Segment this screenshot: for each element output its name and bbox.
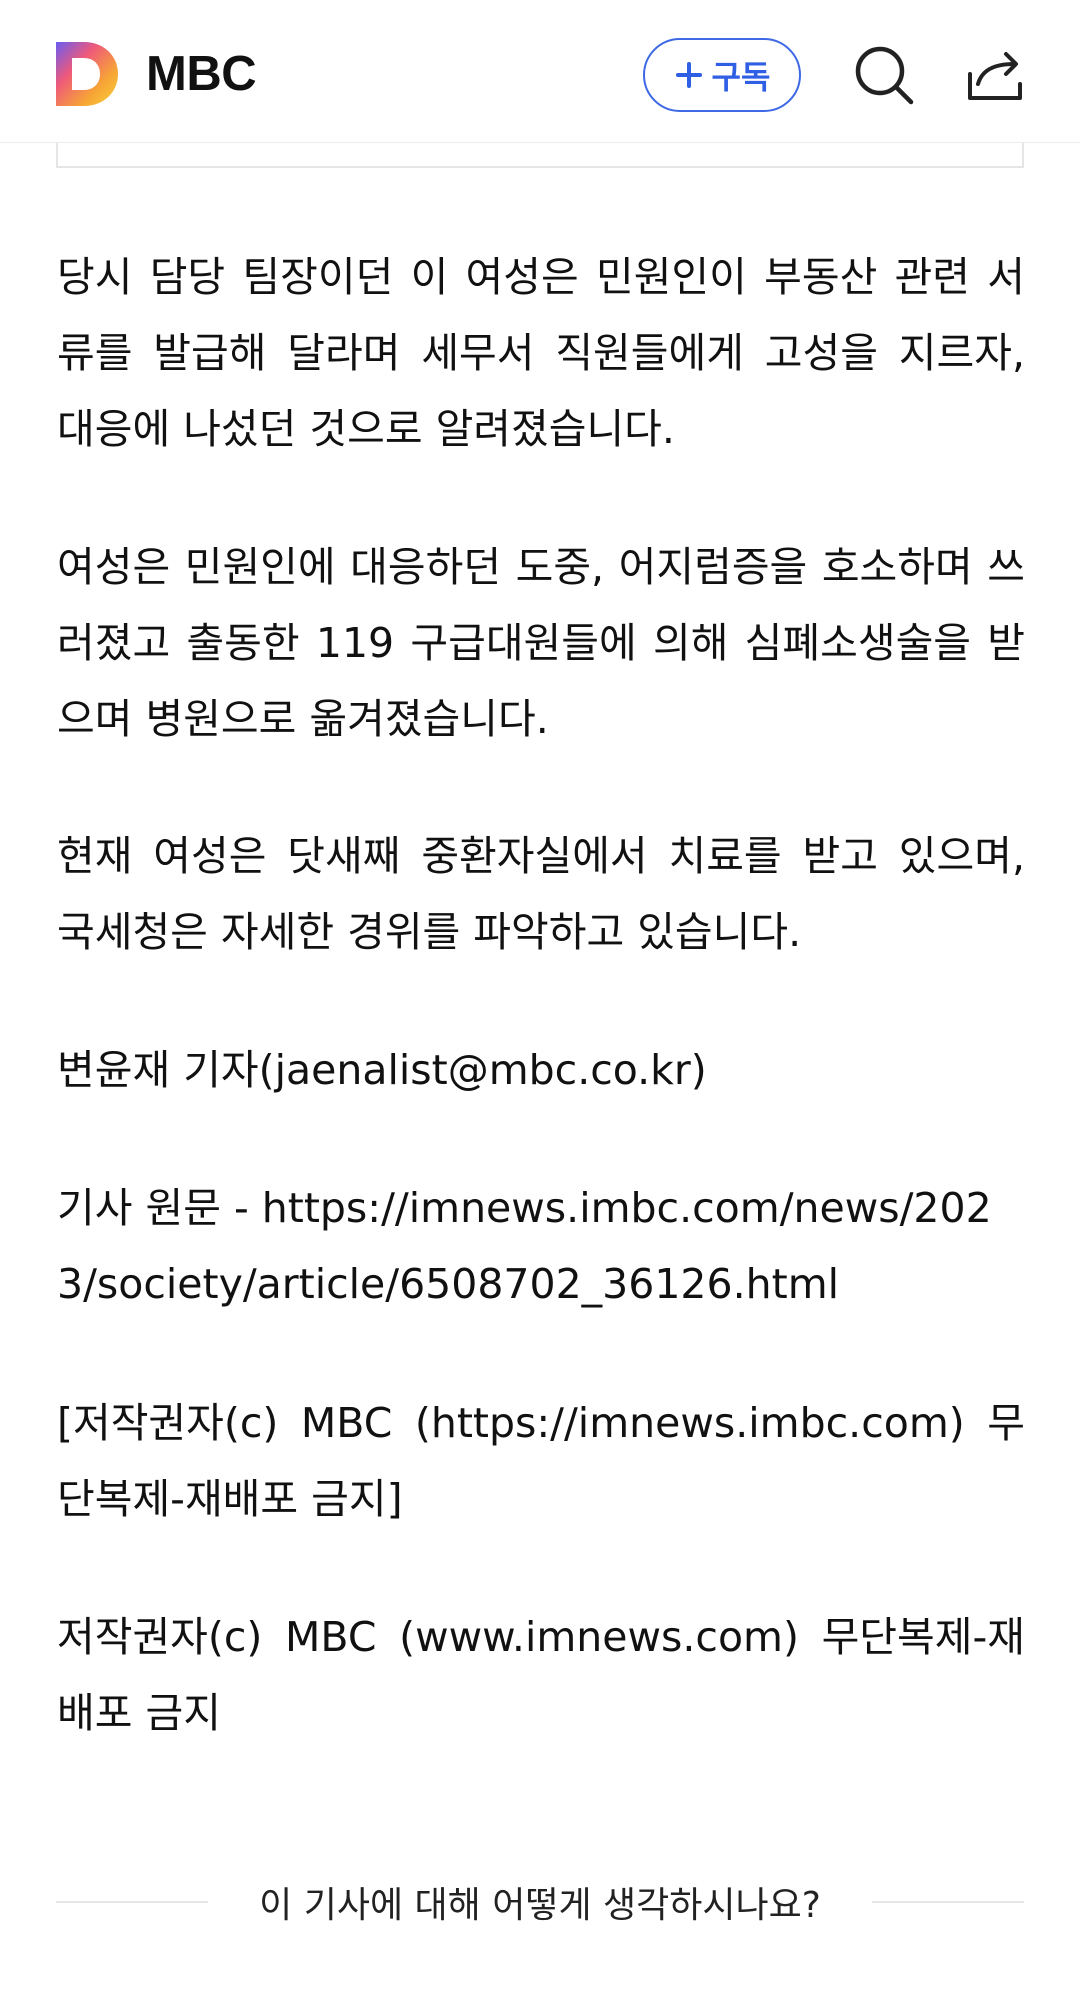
article-paragraph: 여성은 민원인에 대응하던 도중, 어지럼증을 호소하며 쓰러졌고 출동한 11…: [57, 543, 1025, 743]
reaction-prompt-text: 이 기사에 대해 어떻게 생각하시나요?: [259, 1885, 821, 1926]
subscribe-label: 구독: [711, 58, 771, 96]
brand-name[interactable]: MBC: [146, 42, 257, 106]
reaction-prompt: 이 기사에 대해 어떻게 생각하시나요?: [56, 1872, 1024, 1932]
copyright-notice-secondary: 저작권자(c) MBC (www.imnews.com) 무단복제-재배포 금지: [57, 1613, 1025, 1737]
divider-left: [56, 1901, 208, 1903]
daum-logo-icon[interactable]: [56, 42, 118, 106]
divider-right: [872, 1901, 1024, 1903]
copyright-notice: [저작권자(c) MBC (https://imnews.imbc.com) 무…: [57, 1399, 1025, 1523]
top-header: MBC 구독: [0, 0, 1080, 143]
source-link[interactable]: 기사 원문 - https://imnews.imbc.com/news/202…: [57, 1170, 1025, 1322]
plus-icon: [675, 62, 702, 88]
search-icon[interactable]: [853, 44, 917, 108]
reporter-byline[interactable]: 변윤재 기자(jaenalist@mbc.co.kr): [57, 1032, 1025, 1108]
article-paragraph: 당시 담당 팀장이던 이 여성은 민원인이 부동산 관련 서류를 발급해 달라며…: [57, 253, 1025, 453]
article-paragraph: 현재 여성은 닷새째 중환자실에서 치료를 받고 있으며, 국세청은 자세한 경…: [57, 832, 1025, 956]
subscribe-button[interactable]: 구독: [643, 38, 801, 112]
article-page: MBC 구독 당시 담당 팀장이던 이 여성은 민원인이 부동산 관련 서류를 …: [0, 0, 1080, 2006]
share-icon[interactable]: [964, 44, 1028, 108]
